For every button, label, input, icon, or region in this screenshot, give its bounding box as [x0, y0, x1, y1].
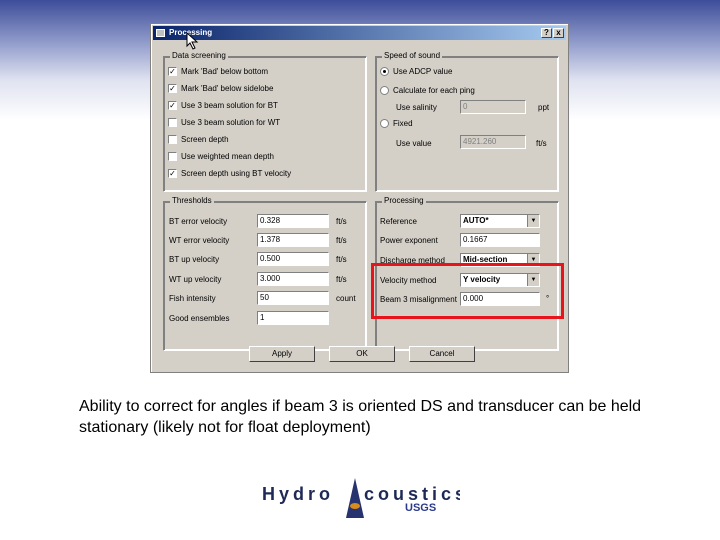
checkbox-3beam-wt[interactable]: Use 3 beam solution for WT: [168, 118, 280, 128]
radio-use-adcp[interactable]: Use ADCP value: [380, 67, 452, 77]
fixed-value-input[interactable]: 4921.260: [460, 135, 526, 149]
bt-up-input[interactable]: 0.500: [257, 252, 329, 266]
processing-title: Processing: [382, 196, 426, 205]
speed-of-sound-title: Speed of sound: [382, 51, 443, 60]
checkbox-mark-bad-sidelobe[interactable]: ✓ Mark 'Bad' below sidelobe: [168, 84, 273, 94]
radio-icon[interactable]: [380, 119, 389, 129]
hydroacoustics-logo: Hydro coustics: [262, 478, 460, 518]
power-exponent-input[interactable]: 0.1667: [460, 233, 540, 247]
wt-error-unit: ft/s: [336, 236, 347, 245]
power-exponent-label: Power exponent: [380, 236, 438, 245]
speed-of-sound-group: Speed of sound Use ADCP value Calculate …: [375, 51, 559, 192]
radio-icon[interactable]: [380, 67, 389, 77]
checkbox-screen-depth-bt[interactable]: ✓ Screen depth using BT velocity: [168, 169, 291, 179]
checkbox-icon[interactable]: [168, 135, 177, 145]
checkbox-icon[interactable]: [168, 152, 177, 162]
bt-up-label: BT up velocity: [169, 255, 220, 264]
logo-text-right: coustics: [364, 484, 460, 504]
checkbox-icon[interactable]: ✓: [168, 101, 177, 111]
bt-up-unit: ft/s: [336, 255, 347, 264]
data-screening-group: Data screening ✓ Mark 'Bad' below bottom …: [163, 51, 367, 192]
reference-label: Reference: [380, 217, 417, 226]
good-ensembles-label: Good ensembles: [169, 314, 230, 323]
apply-button[interactable]: Apply: [249, 346, 315, 362]
thresholds-title: Thresholds: [170, 196, 214, 205]
processing-dialog: Processing ? x Data screening ✓ Mark 'Bad…: [150, 23, 569, 373]
title-bar[interactable]: Processing ? x: [153, 26, 566, 40]
checkbox-3beam-bt[interactable]: ✓ Use 3 beam solution for BT: [168, 101, 278, 111]
mouse-cursor-icon: [186, 32, 199, 50]
fish-intensity-label: Fish intensity: [169, 294, 216, 303]
fish-intensity-input[interactable]: 50: [257, 291, 329, 305]
wt-error-input[interactable]: 1.378: [257, 233, 329, 247]
usgs-logo: USGS: [405, 502, 437, 514]
checkbox-screen-depth[interactable]: Screen depth: [168, 135, 229, 145]
close-button[interactable]: x: [553, 28, 564, 38]
checkbox-mark-bad-bottom[interactable]: ✓ Mark 'Bad' below bottom: [168, 67, 268, 77]
logo-peak-icon: [346, 478, 364, 518]
reference-select[interactable]: AUTO* ▼: [460, 214, 540, 228]
radio-icon[interactable]: [380, 86, 389, 96]
cancel-button[interactable]: Cancel: [409, 346, 475, 362]
bt-error-input[interactable]: 0.328: [257, 214, 329, 228]
logo-dot-icon: [350, 503, 360, 509]
bt-error-label: BT error velocity: [169, 217, 228, 226]
data-screening-title: Data screening: [170, 51, 228, 60]
salinity-label: Use salinity: [396, 103, 437, 112]
window-icon: [156, 29, 165, 37]
help-button[interactable]: ?: [541, 28, 552, 38]
use-value-label: Use value: [396, 139, 432, 148]
checkbox-icon[interactable]: ✓: [168, 84, 177, 94]
checkbox-icon[interactable]: ✓: [168, 169, 177, 179]
ok-button[interactable]: OK: [329, 346, 395, 362]
wt-up-label: WT up velocity: [169, 275, 222, 284]
salinity-unit: ppt: [538, 103, 550, 112]
fixed-unit: ft/s: [536, 139, 547, 148]
logo-text-left: Hydro: [262, 484, 334, 504]
checkbox-icon[interactable]: ✓: [168, 67, 177, 77]
chevron-down-icon[interactable]: ▼: [527, 215, 539, 227]
thresholds-group: Thresholds BT error velocity 0.328 ft/s …: [163, 196, 367, 351]
radio-calculate[interactable]: Calculate for each ping: [380, 86, 475, 96]
good-ensembles-input[interactable]: 1: [257, 311, 329, 325]
slide-caption: Ability to correct for angles if beam 3 …: [79, 398, 642, 436]
checkbox-icon[interactable]: [168, 118, 177, 128]
highlight-box: [371, 263, 564, 319]
salinity-input[interactable]: 0: [460, 100, 526, 114]
radio-fixed[interactable]: Fixed: [380, 119, 413, 129]
bt-error-unit: ft/s: [336, 217, 347, 226]
wt-error-label: WT error velocity: [169, 236, 230, 245]
checkbox-weighted-depth[interactable]: Use weighted mean depth: [168, 152, 274, 162]
wt-up-input[interactable]: 3.000: [257, 272, 329, 286]
fish-intensity-unit: count: [336, 294, 356, 303]
wt-up-unit: ft/s: [336, 275, 347, 284]
